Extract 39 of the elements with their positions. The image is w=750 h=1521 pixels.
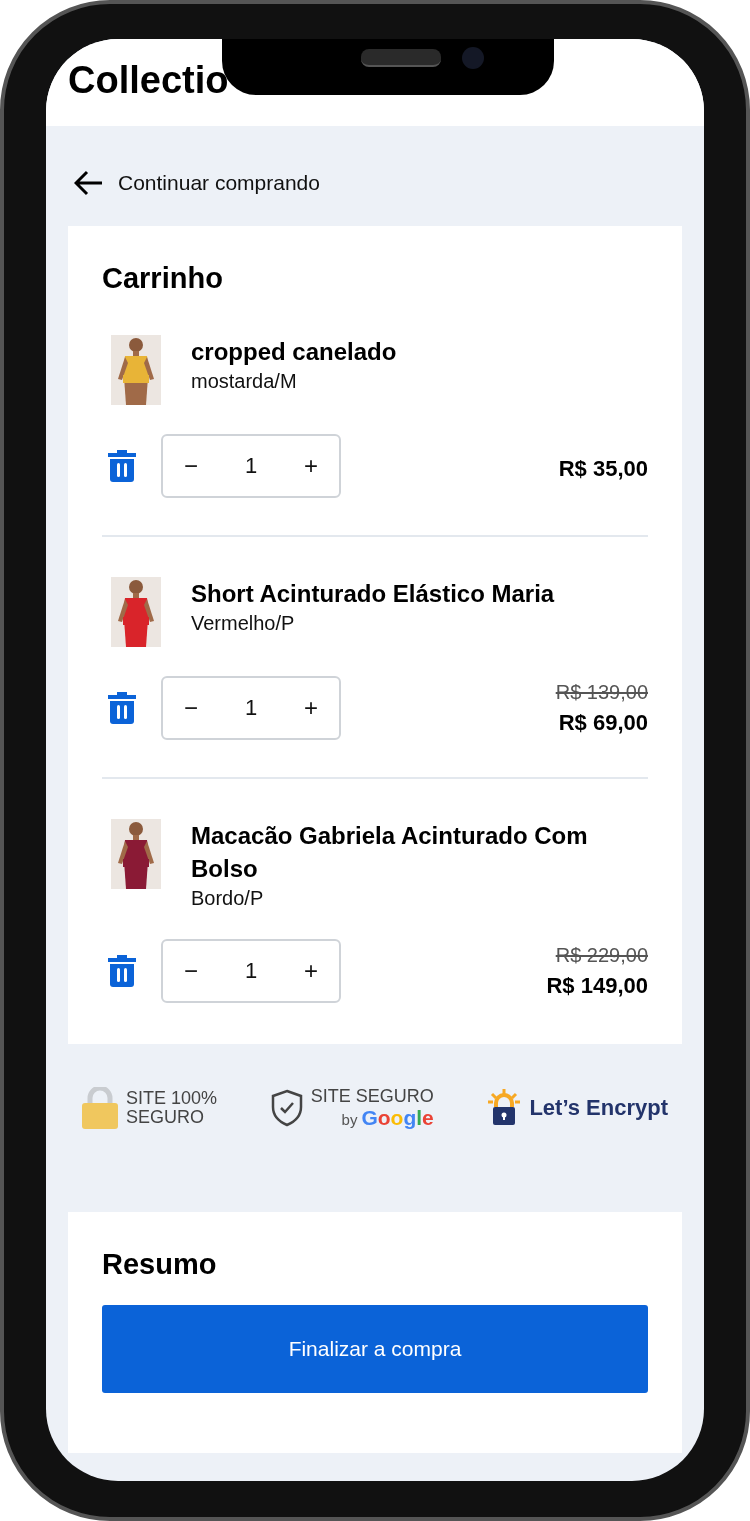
badge-text: SEGURO	[126, 1108, 205, 1127]
old-price: R$ 139,00	[555, 680, 648, 704]
cart-title: Carrinho	[102, 262, 224, 295]
product-variant: Vermelho/P	[191, 612, 296, 635]
padlock-icon	[82, 1087, 118, 1129]
decrement-button[interactable]: −	[163, 436, 219, 496]
checkout-button[interactable]: Finalizar a compra	[102, 1305, 648, 1393]
padlock-icon	[487, 1089, 522, 1127]
product-variant: mostarda/M	[191, 370, 298, 393]
back-arrow-icon[interactable]	[74, 170, 104, 196]
lets-encrypt-logo-text: Let’s Encrypt	[529, 1095, 668, 1121]
increment-button[interactable]: +	[283, 941, 339, 1001]
summary-title: Resumo	[102, 1248, 218, 1281]
product-variant: Bordo/P	[191, 887, 265, 910]
product-name: Short Acinturado Elástico Maria	[191, 579, 555, 609]
price: R$ 149,00	[546, 972, 648, 999]
google-logo-text: Google	[361, 1105, 434, 1130]
trash-icon[interactable]	[107, 691, 137, 725]
badge-text: SITE 100%	[126, 1089, 218, 1108]
badge-text: by	[341, 1110, 358, 1128]
increment-button[interactable]: +	[283, 436, 339, 496]
decrement-button[interactable]: −	[163, 941, 219, 1001]
decrement-button[interactable]: −	[163, 678, 219, 738]
product-name: Macacão Gabriela Acinturado Com Bolso	[191, 821, 589, 884]
price: R$ 35,00	[558, 456, 648, 482]
product-name: cropped canelado	[191, 337, 397, 367]
camera-lens	[462, 47, 484, 69]
quantity-value: 1	[243, 695, 259, 721]
old-price: R$ 229,00	[554, 943, 648, 967]
quantity-value: 1	[243, 453, 259, 479]
badge-text: SITE SEGURO	[310, 1086, 434, 1106]
price: R$ 69,00	[557, 709, 648, 736]
trash-icon[interactable]	[107, 449, 137, 483]
quantity-value: 1	[243, 958, 259, 984]
shield-check-icon	[270, 1089, 303, 1127]
increment-button[interactable]: +	[283, 678, 339, 738]
trash-icon[interactable]	[107, 954, 137, 988]
back-link[interactable]: Continuar comprando	[118, 171, 320, 195]
store-title: Collectio	[68, 59, 229, 101]
